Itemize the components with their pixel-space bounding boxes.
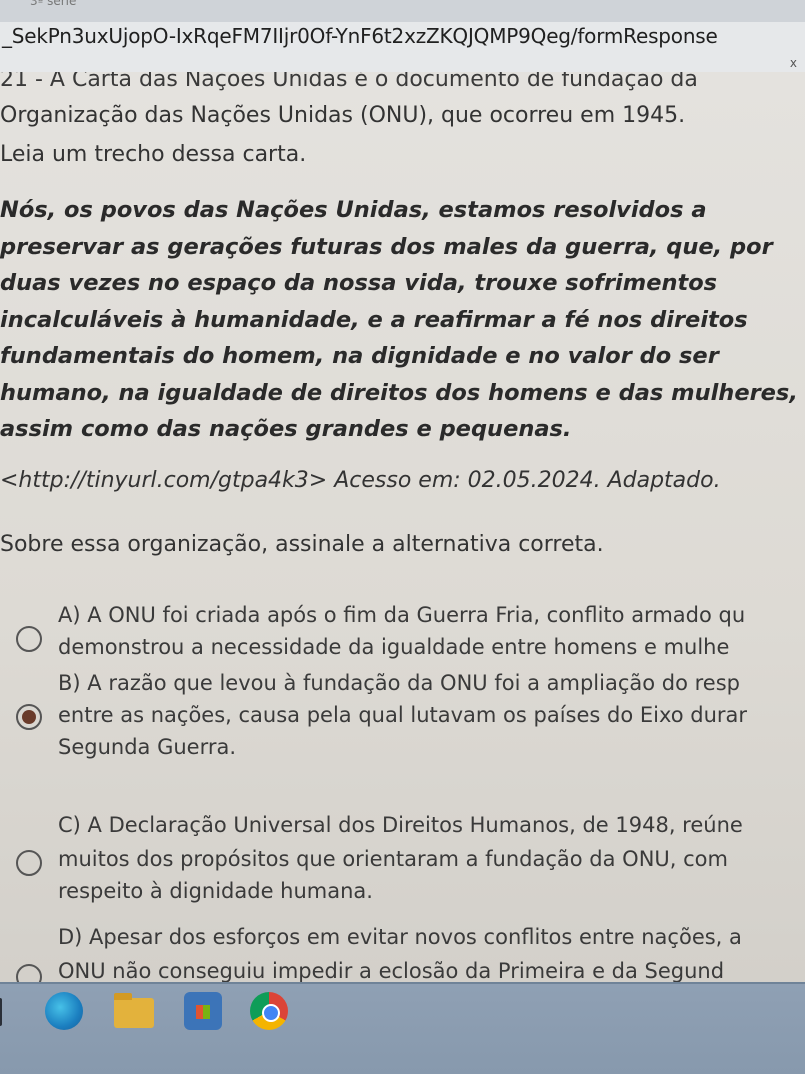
quote-line: incalculáveis à humanidade, e a reafirma… [0,306,748,333]
charter-quote: Nós, os povos das Nações Unidas, estamos… [0,192,800,448]
option-c-line3: respeito à dignidade humana. [58,879,373,903]
tab-fragment: 3ª série [30,0,77,8]
address-bar[interactable]: _SekPn3uxUjopO-IxRqeFM7IIjr0Of-YnF6t2xzZ… [0,22,805,73]
chrome-browser-icon[interactable] [250,992,288,1030]
option-c-line2: muitos dos propósitos que orientaram a f… [58,847,728,871]
option-c-line1: C) A Declaração Universal dos Direitos H… [58,813,743,837]
option-d-line1: D) Apesar dos esforços em evitar novos c… [58,925,742,949]
question-title: 21 - A Carta das Nações Unidas é o docum… [0,72,698,92]
quote-line: duas vezes no espaço da nossa vida, trou… [0,270,718,296]
option-b-line2: entre as nações, causa pela qual lutavam… [58,703,748,727]
close-icon[interactable]: x [790,56,797,70]
url-text[interactable]: _SekPn3uxUjopO-IxRqeFM7IIjr0Of-YnF6t2xzZ… [2,24,718,48]
quote-line: assim como das nações grandes e pequenas… [0,416,572,442]
edge-browser-icon[interactable] [45,992,83,1030]
quote-line: humano, na igualdade de direitos dos hom… [0,379,798,406]
browser-top-strip: 3ª série [0,0,805,23]
question-prompt: Sobre essa organização, assinale a alter… [0,532,604,557]
option-b-line3: Segunda Guerra. [58,735,237,759]
quote-line: preservar as gerações futuras dos males … [0,233,773,260]
start-icon[interactable] [0,998,2,1026]
option-a-line1: A) A ONU foi criada após o fim da Guerra… [58,603,746,627]
question-title-line2: Organização das Nações Unidas (ONU), que… [0,103,686,128]
option-d-radio[interactable] [16,964,42,982]
quote-line: Nós, os povos das Nações Unidas, estamos… [0,197,707,223]
option-c-radio[interactable] [16,850,42,876]
windows-taskbar [0,982,805,1074]
option-a-line2: demonstrou a necessidade da igualdade en… [58,635,730,659]
question-lead: Leia um trecho dessa carta. [0,142,307,167]
quote-line: fundamentais do homem, na dignidade e no… [0,343,719,369]
option-a-radio[interactable] [16,626,42,652]
option-b-radio[interactable] [16,704,42,730]
option-b-line1: B) A razão que levou à fundação da ONU f… [58,671,740,695]
store-icon[interactable] [184,992,222,1030]
quote-source: <http://tinyurl.com/gtpa4k3> Acesso em: … [0,468,721,493]
file-explorer-icon[interactable] [114,993,154,1028]
form-content: 21 - A Carta das Nações Unidas é o docum… [0,72,805,982]
option-d-line2: ONU não conseguiu impedir a eclosão da P… [58,959,725,982]
